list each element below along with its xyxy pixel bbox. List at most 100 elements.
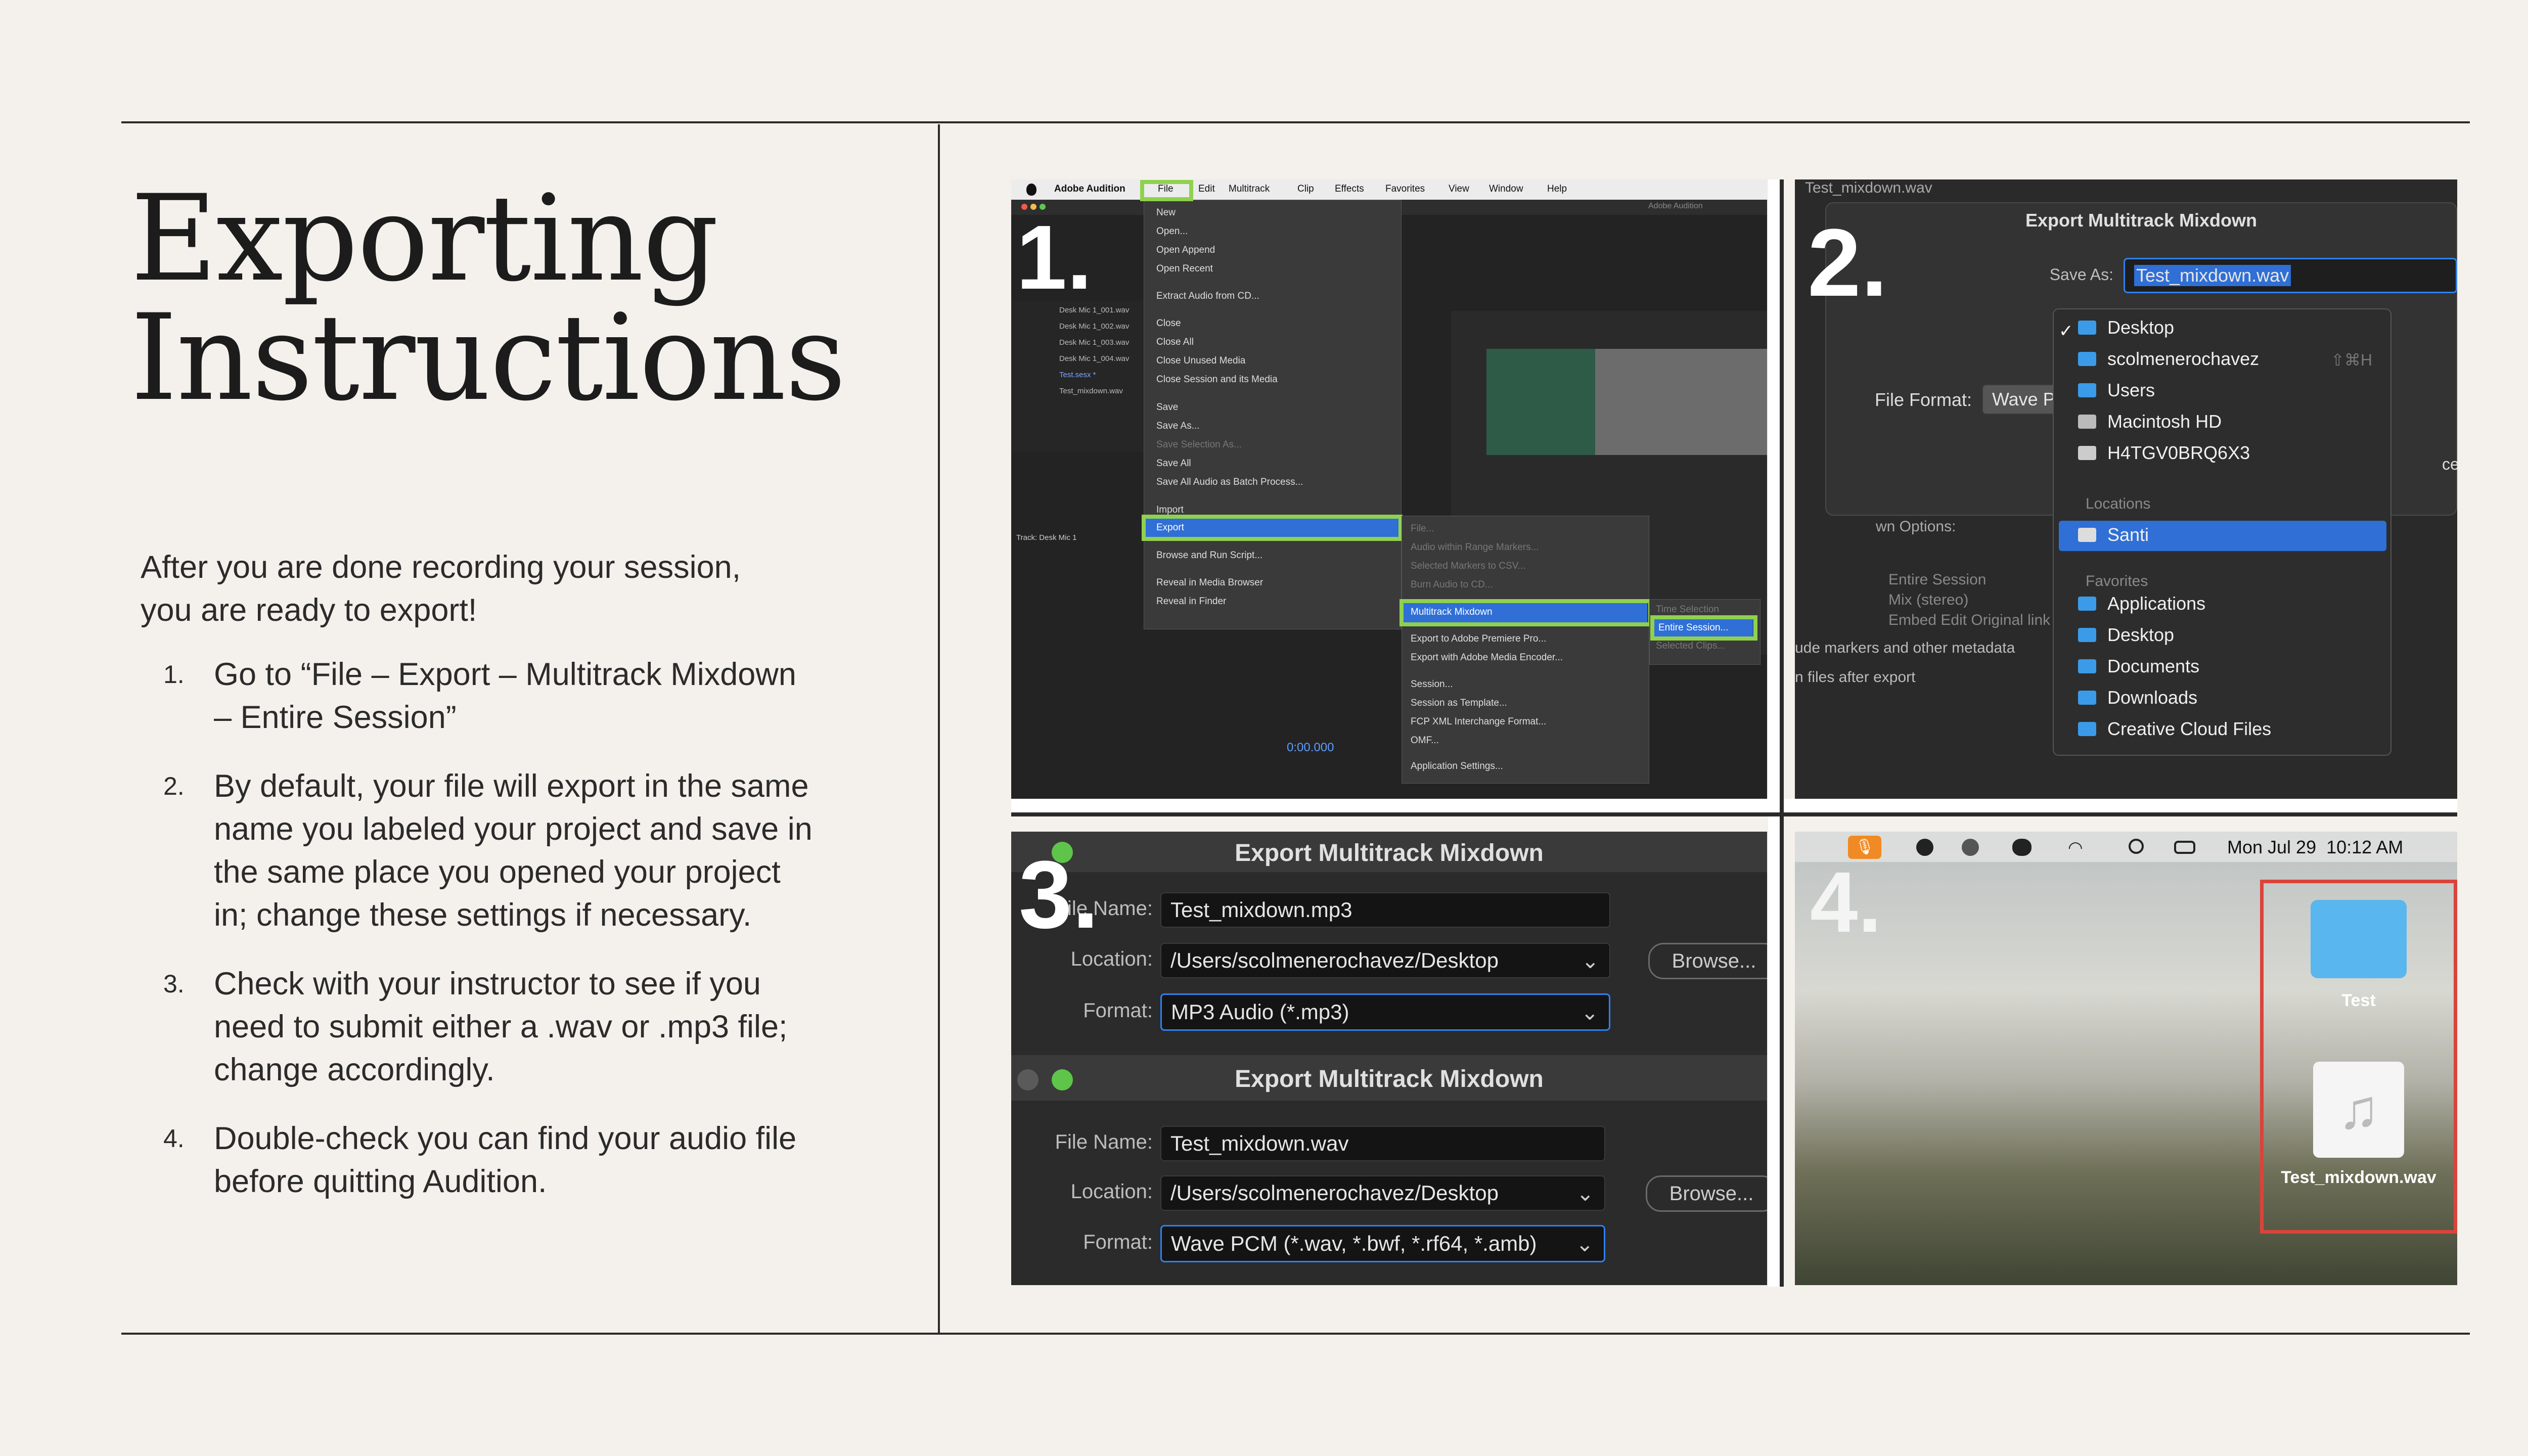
menu-favorites[interactable]: Favorites bbox=[1385, 184, 1425, 195]
location-select-wav[interactable]: /Users/scolmenerochavez/Desktop ⌄ bbox=[1160, 1175, 1605, 1211]
cloud-sync-icon bbox=[1962, 839, 1979, 856]
file-menu-item[interactable]: Reveal in Finder bbox=[1156, 596, 1226, 607]
option-line: Entire Session bbox=[1888, 571, 1987, 588]
file-menu-item[interactable]: Save As... bbox=[1156, 421, 1200, 432]
menu-app-name[interactable]: Adobe Audition bbox=[1054, 184, 1125, 195]
menu-effects[interactable]: Effects bbox=[1335, 184, 1364, 195]
folder-icon bbox=[2078, 383, 2096, 397]
entire-session-highlight-box bbox=[1650, 615, 1757, 641]
file-menu-item[interactable]: Close bbox=[1156, 318, 1181, 329]
grid-horizontal-gap bbox=[1011, 799, 2457, 814]
favorite-item[interactable]: Creative Cloud Files bbox=[2078, 718, 2271, 740]
favorite-item[interactable]: Downloads bbox=[2078, 687, 2197, 708]
favorite-item[interactable]: Applications bbox=[2078, 593, 2205, 614]
folder-icon bbox=[2078, 321, 2096, 335]
file-menu-item[interactable]: Extract Audio from CD... bbox=[1156, 291, 1259, 302]
file-item[interactable]: Desk Mic 1_002.wav bbox=[1059, 322, 1129, 331]
mixdown-item: Selected Clips... bbox=[1656, 641, 1726, 651]
file-highlight-box bbox=[1140, 180, 1193, 201]
grid-vertical-line bbox=[1780, 179, 1784, 1287]
window-title: Adobe Audition bbox=[1648, 202, 1703, 210]
file-menu-item[interactable]: New bbox=[1156, 207, 1176, 218]
export-menu-item[interactable]: FCP XML Interchange Format... bbox=[1411, 716, 1546, 727]
waveform-clip-grey[interactable] bbox=[1595, 349, 1767, 455]
export-menu-item[interactable]: Session as Template... bbox=[1411, 698, 1507, 709]
bottom-rule bbox=[121, 1333, 2470, 1335]
file-menu-item[interactable]: Open... bbox=[1156, 226, 1188, 237]
file-menu-item[interactable]: Save bbox=[1156, 402, 1178, 413]
step-item: 2. By default, your file will export in t… bbox=[163, 768, 812, 933]
export-menu-item[interactable]: OMF... bbox=[1411, 735, 1439, 746]
favorite-item[interactable]: Documents bbox=[2078, 656, 2199, 677]
format-select-wav[interactable]: Wave PCM (*.wav, *.bwf, *.rf64, *.amb) ⌄ bbox=[1160, 1225, 1605, 1262]
file-item[interactable]: Test_mixdown.wav bbox=[1059, 387, 1123, 395]
save-as-input[interactable]: Test_mixdown.wav bbox=[2124, 258, 2457, 293]
cancel-button[interactable]: cel bbox=[2442, 455, 2457, 474]
file-item[interactable]: Test.sesx * bbox=[1059, 371, 1096, 379]
dropdown-item-desktop[interactable]: Desktop bbox=[2078, 317, 2174, 338]
file-label[interactable]: Test_mixdown.wav bbox=[2265, 1168, 2452, 1188]
browse-button[interactable]: Browse... bbox=[1648, 943, 1767, 979]
screenshot-panel-4: 🎙 ◠ Mon Jul 29 10:12 AM 4. Test ♫ Test_m… bbox=[1795, 832, 2457, 1285]
folder-label[interactable]: Test bbox=[2265, 991, 2452, 1011]
title-line-1: Exporting bbox=[130, 170, 719, 308]
intro-text: After you are done recording your sessio… bbox=[141, 550, 741, 628]
filename-input-wav[interactable]: Test_mixdown.wav bbox=[1160, 1126, 1605, 1161]
mixdown-item: Time Selection bbox=[1656, 604, 1719, 615]
audio-file-icon[interactable]: ♫ bbox=[2313, 1062, 2404, 1158]
metadata-option[interactable]: ude markers and other metadata bbox=[1795, 640, 2015, 657]
menu-view[interactable]: View bbox=[1449, 184, 1469, 195]
export-menu-item[interactable]: Export to Adobe Premiere Pro... bbox=[1411, 633, 1546, 645]
grid-horizontal-line bbox=[1011, 812, 2457, 816]
export-menu-item[interactable]: Application Settings... bbox=[1411, 761, 1503, 772]
file-menu-item[interactable]: Open Append bbox=[1156, 245, 1215, 256]
dropdown-item-santi[interactable]: Santi bbox=[2078, 524, 2149, 545]
file-menu-item[interactable]: Save All Audio as Batch Process... bbox=[1156, 477, 1303, 488]
file-menu-item[interactable]: Browse and Run Script... bbox=[1156, 550, 1262, 561]
file-menu-item[interactable]: Close Unused Media bbox=[1156, 355, 1245, 367]
waveform-clip[interactable] bbox=[1486, 349, 1595, 455]
creative-cloud-icon bbox=[2012, 839, 2032, 856]
menu-window[interactable]: Window bbox=[1489, 184, 1523, 195]
chevron-down-icon: ⌄ bbox=[1581, 948, 1599, 973]
save-as-label: Save As: bbox=[2049, 265, 2113, 284]
menu-edit[interactable]: Edit bbox=[1198, 184, 1215, 195]
dropdown-item-home[interactable]: scolmenerochavez bbox=[2078, 348, 2259, 370]
file-item[interactable]: Desk Mic 1_004.wav bbox=[1059, 354, 1129, 363]
browse-button[interactable]: Browse... bbox=[1646, 1175, 1767, 1212]
file-menu-item[interactable]: Save All bbox=[1156, 458, 1191, 469]
format-select-mp3[interactable]: MP3 Audio (*.mp3) ⌄ bbox=[1160, 993, 1610, 1031]
title-line-2: Instructions bbox=[130, 289, 846, 427]
file-menu-item[interactable]: Import bbox=[1156, 505, 1184, 516]
folder-icon[interactable] bbox=[2311, 900, 2407, 978]
folder-icon bbox=[2078, 691, 2096, 705]
dropdown-item-computer[interactable]: H4TGV0BRQ6X3 bbox=[2078, 442, 2250, 464]
dropdown-item-macintosh-hd[interactable]: Macintosh HD bbox=[2078, 411, 2222, 432]
screenshot-panel-3: Export Multitrack Mixdown 3. File Name: … bbox=[1011, 832, 1767, 1285]
dropdown-item-users[interactable]: Users bbox=[2078, 380, 2155, 401]
menu-multitrack[interactable]: Multitrack bbox=[1229, 184, 1270, 195]
file-menu-item[interactable]: Close Session and its Media bbox=[1156, 374, 1278, 385]
locations-label: Locations bbox=[2086, 495, 2151, 512]
filename-input-mp3[interactable]: Test_mixdown.mp3 bbox=[1160, 892, 1610, 928]
background-filename: Test_mixdown.wav bbox=[1805, 179, 1932, 196]
apple-icon bbox=[1026, 184, 1036, 196]
open-after-export-option[interactable]: n files after export bbox=[1795, 669, 1915, 686]
file-item[interactable]: Desk Mic 1_003.wav bbox=[1059, 338, 1129, 347]
file-menu-item[interactable]: Reveal in Media Browser bbox=[1156, 577, 1263, 588]
export-menu-item: File... bbox=[1411, 523, 1434, 534]
menubar-clock: Mon Jul 29 10:12 AM bbox=[2227, 837, 2404, 857]
export-menu-item[interactable]: Session... bbox=[1411, 679, 1453, 690]
file-menu-item[interactable]: Close All bbox=[1156, 337, 1194, 348]
favorite-item[interactable]: Desktop bbox=[2078, 624, 2174, 646]
steps-list: 1. Go to “File – Export – Multitrack Mixd… bbox=[163, 653, 821, 1229]
chevron-down-icon: ⌄ bbox=[1575, 1232, 1594, 1256]
menu-clip[interactable]: Clip bbox=[1297, 184, 1314, 195]
location-select-mp3[interactable]: /Users/scolmenerochavez/Desktop ⌄ bbox=[1160, 943, 1610, 978]
file-menu-item[interactable]: Open Recent bbox=[1156, 263, 1213, 275]
menu-help[interactable]: Help bbox=[1547, 184, 1567, 195]
step-number-2: 2. bbox=[1808, 209, 1888, 316]
export-menu-item[interactable]: Export with Adobe Media Encoder... bbox=[1411, 652, 1563, 663]
step-number-4: 4. bbox=[1810, 854, 1882, 950]
step-item: 3. Check with your instructor to see if y… bbox=[163, 966, 788, 1087]
